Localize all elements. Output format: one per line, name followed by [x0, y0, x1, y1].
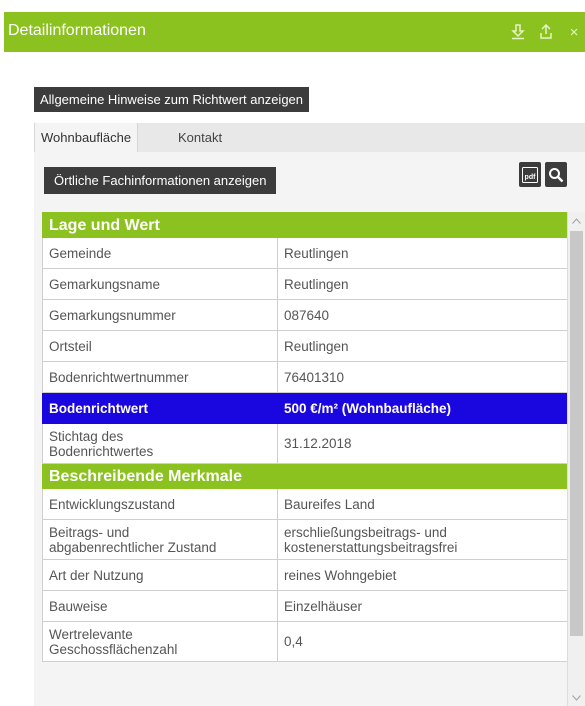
row-value: 500 €/m² (Wohnbaufläche) — [276, 392, 567, 424]
row-value: Reutlingen — [276, 268, 567, 300]
table-row: Ortsteil Reutlingen — [42, 330, 567, 362]
table-row: Gemarkungsname Reutlingen — [42, 268, 567, 300]
row-label: Gemarkungsname — [42, 268, 278, 300]
row-value: reines Wohngebiet — [276, 559, 567, 591]
row-value: Baureifes Land — [276, 488, 567, 520]
local-info-button[interactable]: Örtliche Fachinformationen anzeigen — [44, 167, 277, 194]
section-header-lage: Lage und Wert — [42, 212, 567, 238]
row-label-line: Wertrelevante — [49, 626, 133, 642]
row-label: Bodenrichtwert — [42, 392, 278, 424]
row-value: 76401310 — [276, 361, 567, 393]
detail-panel: Detailinformationen × Allgemeine Hinweis… — [0, 0, 585, 706]
table-row: Stichtag des Bodenrichtwertes 31.12.2018 — [42, 423, 567, 464]
table-row: Gemarkungsnummer 087640 — [42, 299, 567, 331]
row-value-line: kostenerstattungsbeitragsfrei — [284, 539, 458, 555]
table-row: Gemeinde Reutlingen — [42, 237, 567, 269]
scroll-up-arrow-icon[interactable] — [568, 212, 585, 229]
row-label: Wertrelevante Geschossflächenzahl — [42, 621, 278, 662]
row-label-line: Bodenrichtwertes — [49, 443, 154, 459]
tab-wohnbauflaeche[interactable]: Wohnbaufläche — [34, 123, 139, 152]
row-value: 31.12.2018 — [276, 423, 567, 464]
tab-content: Örtliche Fachinformationen anzeigen pdf … — [34, 152, 585, 706]
row-value: Reutlingen — [276, 330, 567, 362]
row-value-line: erschließungsbeitrags- und — [284, 524, 447, 540]
table-row: Beitrags- und abgabenrechtlicher Zustand… — [42, 519, 567, 560]
scroll-down-arrow-icon[interactable] — [568, 689, 585, 706]
row-label: Ortsteil — [42, 330, 278, 362]
row-label: Gemarkungsnummer — [42, 299, 278, 331]
row-value: 0,4 — [276, 621, 567, 662]
title-bar: Detailinformationen × — [4, 12, 585, 52]
export-icon[interactable] — [535, 21, 557, 43]
zoom-icon[interactable] — [545, 162, 567, 187]
row-label: Bauweise — [42, 590, 278, 622]
table-row: Bauweise Einzelhäuser — [42, 590, 567, 622]
pdf-icon[interactable]: pdf — [519, 162, 541, 187]
close-icon[interactable]: × — [563, 21, 585, 43]
table-row-highlighted: Bodenrichtwert 500 €/m² (Wohnbaufläche) — [42, 392, 567, 424]
row-label: Stichtag des Bodenrichtwertes — [42, 423, 278, 464]
row-value: Reutlingen — [276, 237, 567, 269]
row-label-line: Stichtag des — [49, 428, 124, 444]
table-row: Entwicklungszustand Baureifes Land — [42, 488, 567, 520]
row-label-line: Beitrags- und — [49, 524, 130, 540]
section-header-merkmale: Beschreibende Merkmale — [42, 463, 567, 489]
vertical-scrollbar[interactable] — [567, 212, 585, 706]
row-value: 087640 — [276, 299, 567, 331]
section-title: Lage und Wert — [42, 212, 567, 238]
info-table-container: Lage und Wert Gemeinde Reutlingen Gemark… — [42, 212, 567, 706]
download-icon[interactable] — [507, 21, 529, 43]
scrollbar-thumb[interactable] — [570, 231, 583, 636]
row-value: Einzelhäuser — [276, 590, 567, 622]
table-row: Bodenrichtwertnummer 76401310 — [42, 361, 567, 393]
row-label: Art der Nutzung — [42, 559, 278, 591]
info-table: Lage und Wert Gemeinde Reutlingen Gemark… — [42, 212, 567, 662]
row-label: Beitrags- und abgabenrechtlicher Zustand — [42, 519, 278, 560]
row-label: Gemeinde — [42, 237, 278, 269]
general-hints-button[interactable]: Allgemeine Hinweise zum Richtwert anzeig… — [34, 87, 310, 112]
row-label: Bodenrichtwertnummer — [42, 361, 278, 393]
tab-strip: Wohnbaufläche Kontakt — [34, 123, 585, 152]
tab-kontakt[interactable]: Kontakt — [172, 123, 228, 152]
row-value: erschließungsbeitrags- und kostenerstatt… — [276, 519, 567, 560]
section-title: Beschreibende Merkmale — [42, 463, 567, 489]
table-row: Wertrelevante Geschossflächenzahl 0,4 — [42, 621, 567, 662]
title-bar-icons: × — [501, 20, 585, 44]
row-label: Entwicklungszustand — [42, 488, 278, 520]
table-row: Art der Nutzung reines Wohngebiet — [42, 559, 567, 591]
row-label-line: Geschossflächenzahl — [49, 641, 178, 657]
panel-title: Detailinformationen — [8, 22, 146, 39]
row-label-line: abgabenrechtlicher Zustand — [49, 539, 217, 555]
pdf-icon-label: pdf — [525, 174, 537, 181]
